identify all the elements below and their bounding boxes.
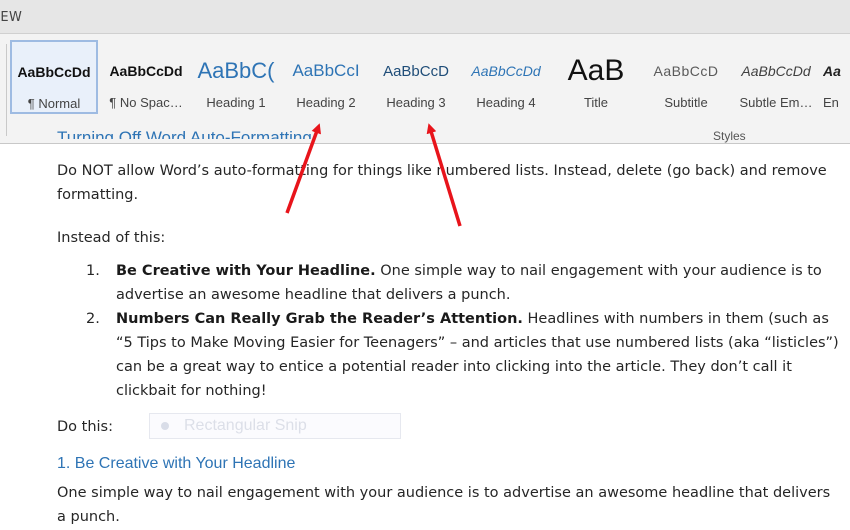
instead-label: Instead of this: <box>57 230 166 246</box>
style-normal[interactable]: AaBbCcDd ¶ Normal <box>10 40 98 114</box>
snip-label: Rectangular Snip <box>184 417 307 434</box>
list-item: 1. Be Creative with Your Headline. One s… <box>86 259 846 307</box>
style-preview: AaB <box>567 55 625 87</box>
style-name: En <box>823 95 839 110</box>
style-title[interactable]: AaB Title <box>552 40 640 114</box>
style-preview: AaBbCcD <box>383 62 449 80</box>
body-paragraph: One simple way to nail engagement with y… <box>57 485 831 525</box>
rectangular-snip-overlay: Rectangular Snip <box>149 413 401 439</box>
style-name: Heading 4 <box>476 95 536 110</box>
style-name: Subtle Em… <box>739 95 813 110</box>
style-name: Subtitle <box>664 95 708 110</box>
style-emphasis[interactable]: Aa En <box>822 40 850 114</box>
style-name: Title <box>583 95 609 110</box>
list-item: 2. Numbers Can Really Grab the Reader’s … <box>86 307 846 403</box>
style-name: ¶ Normal <box>27 96 81 111</box>
intro-paragraph: Do NOT allow Word’s auto-formatting for … <box>57 163 827 203</box>
style-preview: Aa <box>823 63 841 79</box>
snip-dot-icon <box>161 422 169 430</box>
list-item-bold: Be Creative with Your Headline. <box>116 263 376 279</box>
numbered-list: 1. Be Creative with Your Headline. One s… <box>86 259 846 403</box>
style-preview: AaBbCcDd <box>109 63 183 79</box>
list-number: 1. <box>86 263 100 279</box>
tab-view[interactable]: IEW <box>0 10 22 25</box>
ribbon-divider <box>6 44 8 136</box>
style-subtle-emphasis[interactable]: AaBbCcDd Subtle Em… <box>732 40 820 114</box>
style-name: Heading 2 <box>296 95 356 110</box>
style-heading-2[interactable]: AaBbCcI Heading 2 <box>282 40 370 114</box>
style-subtitle[interactable]: AaBbCcD Subtitle <box>642 40 730 114</box>
styles-gallery: AaBbCcDd ¶ Normal AaBbCcDd ¶ No Spac… Aa… <box>10 38 850 116</box>
style-preview: AaBbCcI <box>292 61 360 80</box>
style-name: Heading 1 <box>206 95 266 110</box>
style-preview: AaBbCcDd <box>17 64 91 80</box>
style-heading-3[interactable]: AaBbCcD Heading 3 <box>372 40 460 114</box>
style-preview: AaBbCcDd <box>741 63 811 79</box>
list-item-bold: Numbers Can Really Grab the Reader’s Att… <box>116 311 523 327</box>
style-preview: AaBbCcDd <box>471 63 541 79</box>
style-name: ¶ No Spac… <box>109 95 183 110</box>
style-heading-1[interactable]: AaBbC( Heading 1 <box>192 40 280 114</box>
style-heading-4[interactable]: AaBbCcDd Heading 4 <box>462 40 550 114</box>
style-preview: AaBbC( <box>197 58 275 83</box>
cut-off-heading: Turning Off Word Auto-Formatting <box>57 128 312 139</box>
ribbon-tab-strip: IEW <box>0 0 850 34</box>
styles-group-label: Styles <box>713 129 746 143</box>
document-heading: 1. Be Creative with Your Headline <box>57 455 296 472</box>
style-preview: AaBbCcD <box>653 63 719 79</box>
style-no-spacing[interactable]: AaBbCcDd ¶ No Spac… <box>102 40 190 114</box>
style-name: Heading 3 <box>386 95 446 110</box>
list-number: 2. <box>86 311 100 327</box>
